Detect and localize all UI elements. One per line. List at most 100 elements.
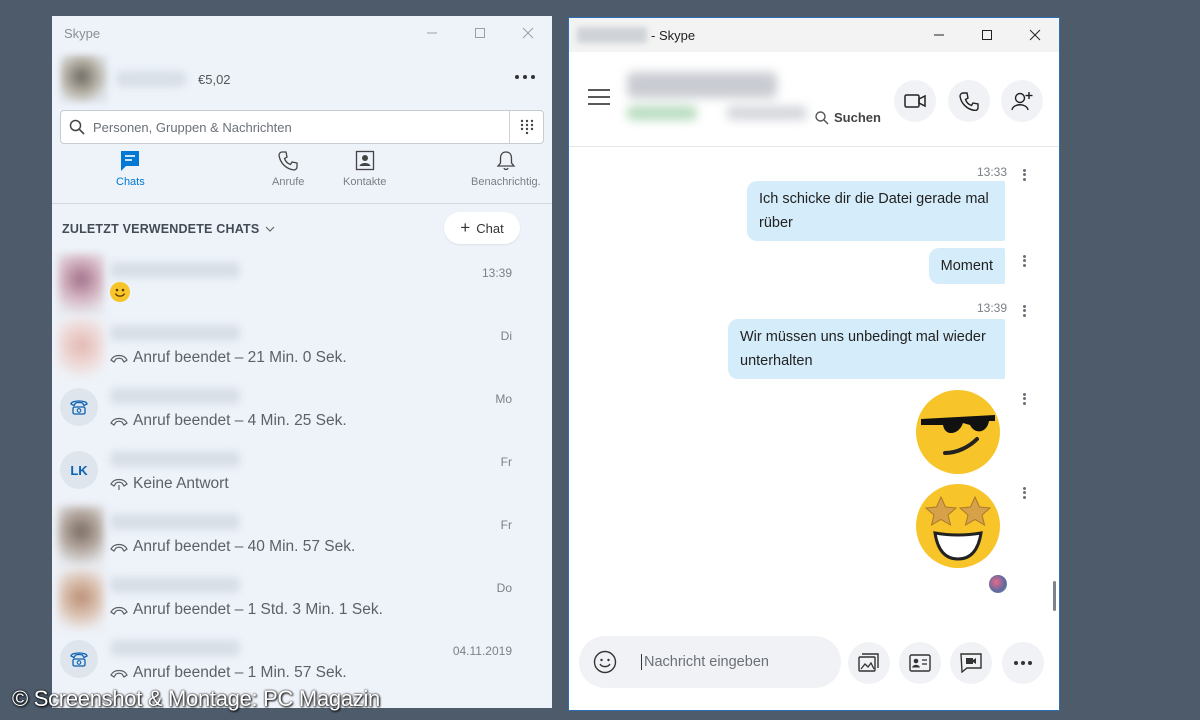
maximize-button[interactable] (456, 16, 504, 50)
avatar (58, 317, 104, 380)
list-item[interactable]: Anruf beendet – 1 Std. 3 Min. 1 Sek. Do (52, 569, 552, 632)
tab-calls[interactable]: Anrufe (272, 150, 304, 188)
close-button[interactable] (1011, 18, 1059, 52)
chat-message: Anruf beendet – 1 Min. 57 Sek. (133, 664, 347, 681)
call-ended-icon (110, 353, 128, 363)
message-options-button[interactable] (1023, 485, 1027, 500)
new-chat-button[interactable]: + Chat (444, 212, 520, 244)
avatar (58, 506, 104, 569)
plus-icon: + (460, 218, 471, 237)
minimize-button[interactable] (408, 16, 456, 50)
star-struck-emoji[interactable] (915, 483, 1001, 569)
contact-info-blurred[interactable] (627, 70, 807, 128)
telephone-icon (70, 652, 88, 667)
smiley-icon (593, 650, 617, 674)
contact-name-blurred (110, 640, 240, 656)
add-user-icon (1011, 92, 1033, 111)
chat-time: 04.11.2019 (452, 644, 512, 658)
contact-name-blurred (110, 577, 240, 593)
contact-name-blurred (110, 451, 240, 467)
minimize-icon (934, 34, 944, 36)
search-input[interactable] (93, 119, 509, 135)
tab-notifications[interactable]: Benachrichtig. (471, 150, 541, 188)
chat-message: Anruf beendet – 40 Min. 57 Sek. (133, 538, 356, 555)
call-ended-icon (110, 668, 128, 678)
audio-call-button[interactable] (948, 80, 990, 122)
smiley-icon (110, 282, 130, 302)
contact-name-blurred (110, 262, 240, 278)
title-bar: Skype (52, 16, 552, 50)
tab-chats[interactable]: Chats (116, 150, 145, 188)
missed-call-icon (110, 477, 128, 491)
close-icon (522, 27, 534, 39)
search-bar (60, 110, 544, 144)
video-message-button[interactable] (950, 642, 992, 684)
maximize-icon (982, 30, 992, 40)
message-bubble[interactable]: Ich schicke dir die Datei gerade mal rüb… (747, 181, 1005, 241)
conversation-header: Suchen (569, 52, 1059, 147)
avatar (58, 254, 104, 317)
menu-button[interactable] (588, 88, 610, 111)
send-contact-button[interactable] (899, 642, 941, 684)
chat-time: Di (500, 329, 512, 343)
minimize-icon (427, 32, 437, 34)
maximize-button[interactable] (963, 18, 1011, 52)
bell-icon (496, 151, 516, 171)
more-options-button[interactable] (514, 64, 536, 85)
add-people-button[interactable] (1001, 80, 1043, 122)
chat-list: 13:39 Anruf beendet – 21 Min. 0 Sek. Di … (52, 254, 552, 695)
window-title: - Skype (651, 27, 696, 43)
message-bubble[interactable]: Wir müssen uns unbedingt mal wieder unte… (728, 319, 1005, 379)
emoji-button[interactable] (579, 650, 631, 674)
tab-contacts[interactable]: Kontakte (343, 150, 386, 188)
conversation-search[interactable]: Suchen (815, 110, 881, 125)
message-input[interactable] (641, 654, 831, 670)
chat-preview: Anruf beendet – 1 Min. 57 Sek. (110, 664, 347, 682)
list-item[interactable]: LK Keine Antwort Fr (52, 443, 552, 506)
avatar[interactable] (60, 55, 108, 103)
scrollbar[interactable] (1053, 581, 1056, 611)
video-call-button[interactable] (894, 80, 936, 122)
list-item[interactable]: Anruf beendet – 4 Min. 25 Sek. Mo (52, 380, 552, 443)
video-message-icon (960, 653, 982, 673)
chat-message: Anruf beendet – 21 Min. 0 Sek. (133, 349, 347, 366)
read-receipt-avatar (989, 575, 1007, 593)
message-time: 13:39 (976, 301, 1007, 315)
sunglasses-emoji[interactable] (915, 389, 1001, 475)
chat-time: Mo (495, 392, 512, 406)
contact-name-blurred (110, 388, 240, 404)
tab-label: Benachrichtig. (471, 176, 541, 188)
list-item[interactable]: 13:39 (52, 254, 552, 317)
message-options-button[interactable] (1023, 391, 1027, 406)
message-area: 13:33 Ich schicke dir die Datei gerade m… (569, 147, 1059, 633)
section-title[interactable]: ZULETZT VERWENDETE CHATS (62, 222, 259, 236)
message-input-field (579, 636, 841, 688)
tab-label: Chats (116, 176, 145, 188)
call-ended-icon (110, 416, 128, 426)
chat-time: Fr (500, 455, 512, 469)
chevron-down-icon[interactable] (265, 224, 275, 235)
send-media-button[interactable] (848, 642, 890, 684)
avatar (60, 388, 98, 426)
minimize-button[interactable] (915, 18, 963, 52)
chat-message: Anruf beendet – 1 Std. 3 Min. 1 Sek. (133, 601, 383, 618)
dialpad-button[interactable] (509, 111, 543, 143)
message-options-button[interactable] (1023, 167, 1027, 182)
call-ended-icon (110, 605, 128, 615)
more-options-button[interactable] (1002, 642, 1044, 684)
skype-credit[interactable]: €5,02 (198, 72, 231, 87)
avatar (58, 569, 104, 632)
watermark: © Screenshot & Montage: PC Magazin (12, 686, 380, 711)
avatar (60, 640, 98, 678)
message-options-button[interactable] (1023, 303, 1027, 318)
recent-chats-header: ZULETZT VERWENDETE CHATS + Chat (52, 204, 552, 254)
list-item[interactable]: Anruf beendet – 40 Min. 57 Sek. Fr (52, 506, 552, 569)
video-icon (904, 94, 926, 108)
message-options-button[interactable] (1023, 253, 1027, 268)
dialpad-icon (520, 119, 533, 135)
chat-preview: Anruf beendet – 40 Min. 57 Sek. (110, 538, 355, 556)
message-bubble[interactable]: Moment (928, 248, 1005, 284)
chat-preview: Keine Antwort (110, 475, 229, 493)
list-item[interactable]: Anruf beendet – 21 Min. 0 Sek. Di (52, 317, 552, 380)
close-button[interactable] (504, 16, 552, 50)
